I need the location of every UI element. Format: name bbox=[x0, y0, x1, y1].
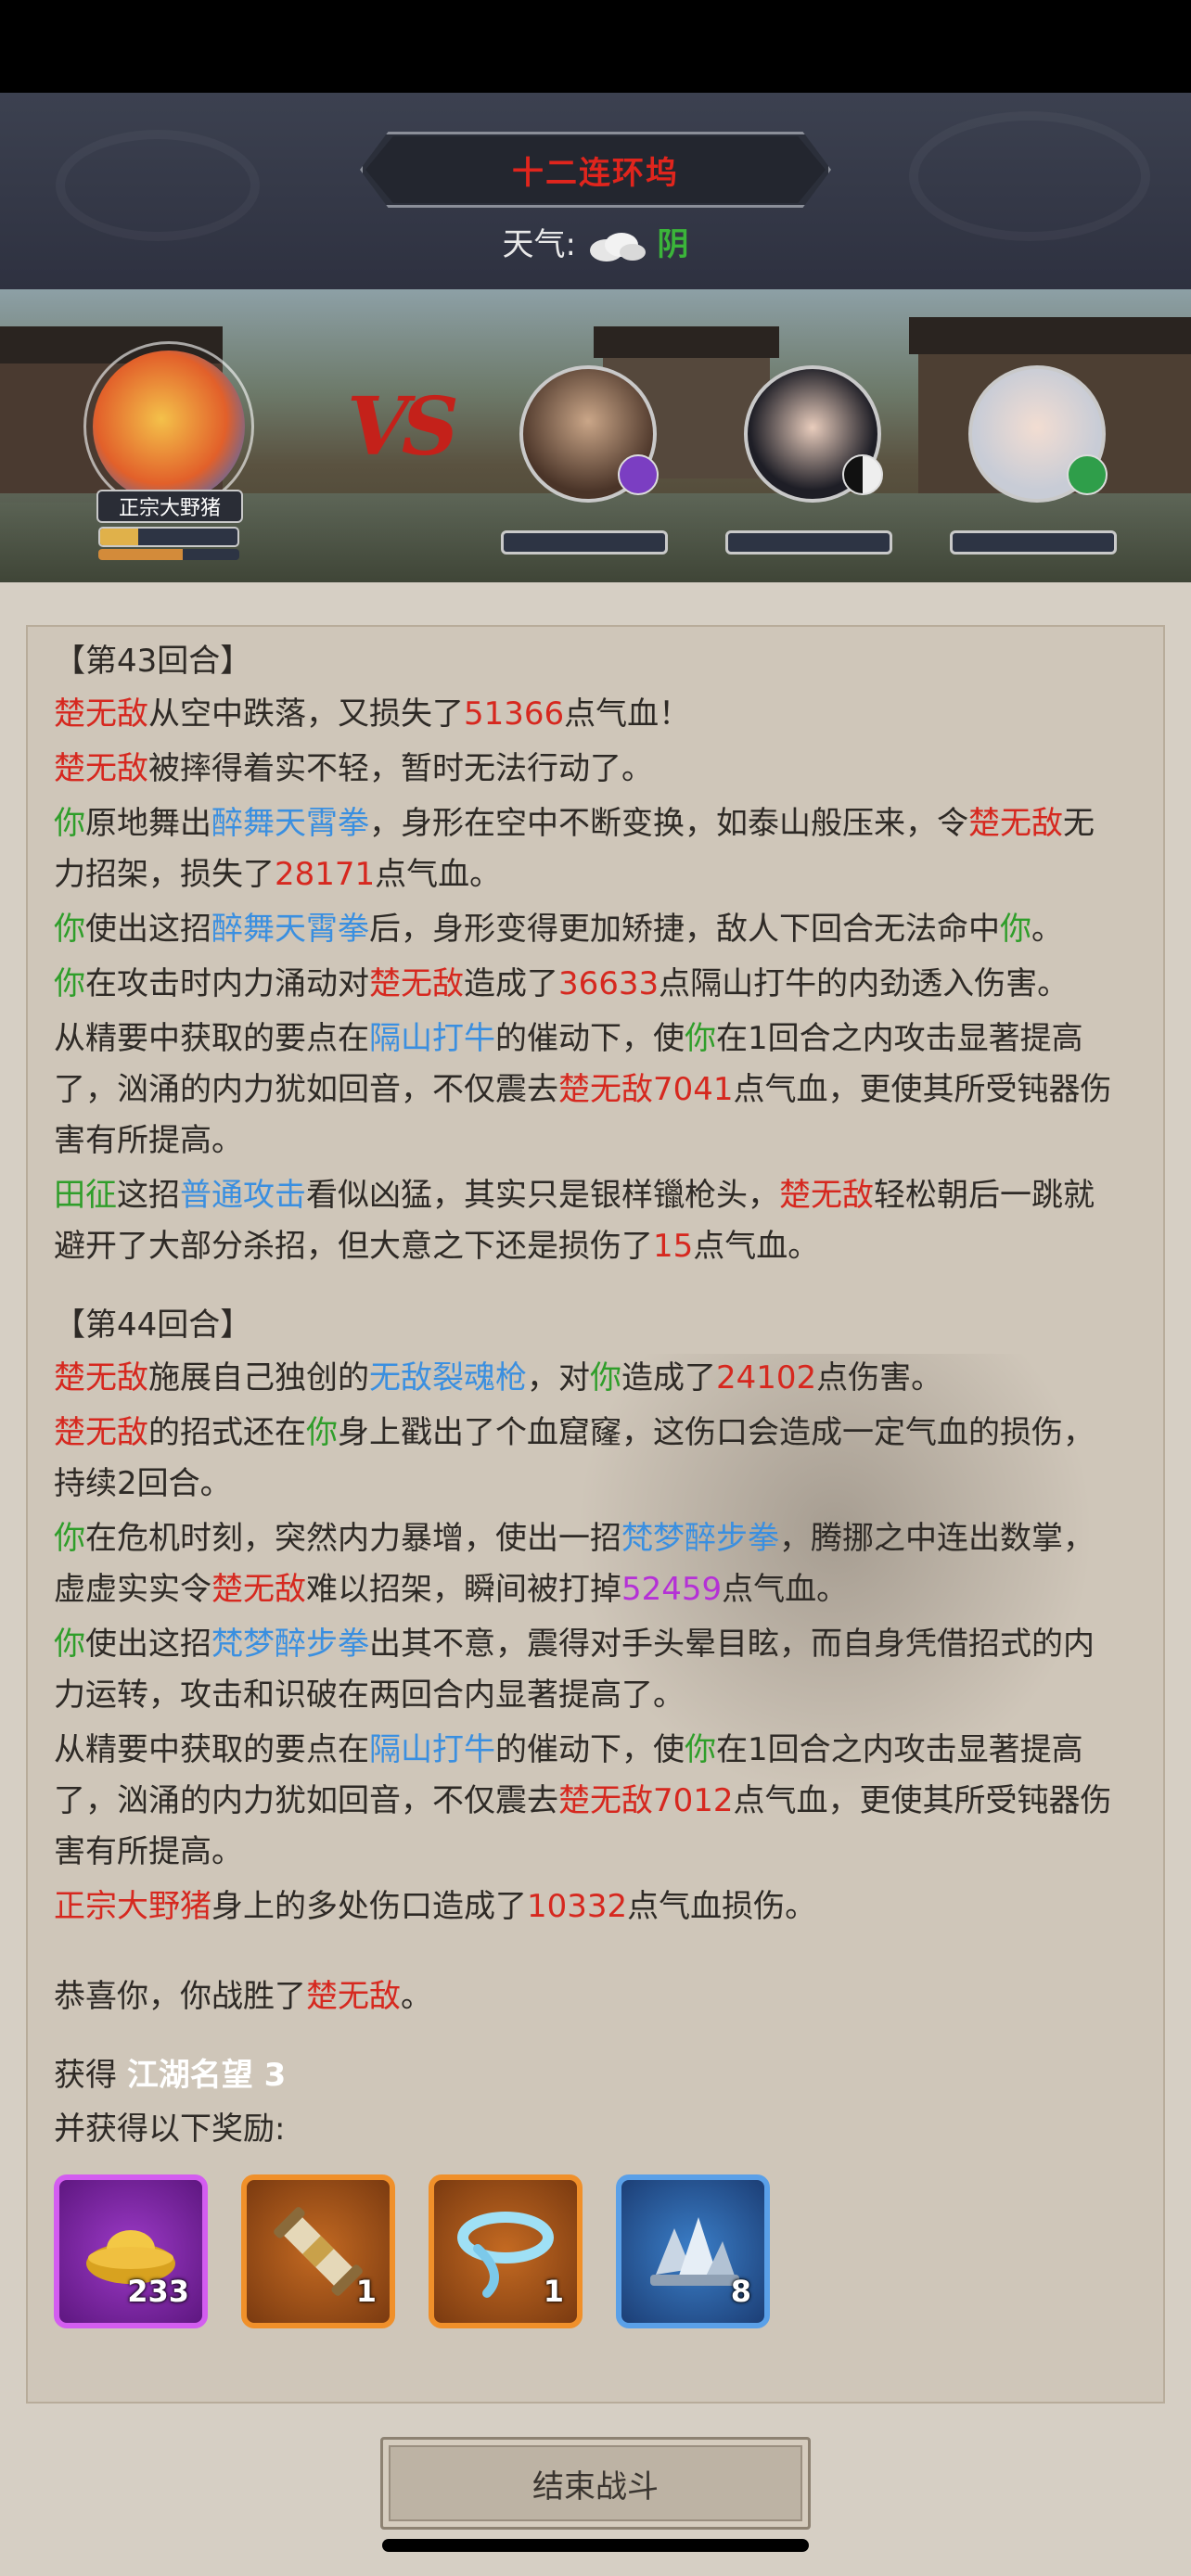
end-battle-button[interactable]: 结束战斗 bbox=[380, 2437, 811, 2530]
enemy-card[interactable] bbox=[725, 365, 902, 560]
log-entry: 楚无敌被摔得着实不轻，暂时无法行动了。 bbox=[54, 750, 653, 787]
player-card[interactable]: 正宗大野猪 bbox=[74, 330, 278, 571]
enemy-hp-bar bbox=[950, 530, 1117, 555]
log-entry: 你使出这招梵梦醉步拳出其不意，震得对手头晕目眩，而自身凭借招式的内力运转，攻击和… bbox=[54, 1626, 1095, 1714]
rewards-label: 并获得以下奖励: bbox=[54, 2111, 286, 2148]
vs-emblem: VS bbox=[347, 380, 459, 474]
player-hp-bar bbox=[98, 527, 239, 547]
reward-item[interactable]: 1 bbox=[429, 2174, 583, 2328]
log-entry: 从精要中获取的要点在隔山打牛的催动下，使你在1回合之内攻击显著提高了，汹涌的内力… bbox=[54, 1020, 1112, 1159]
enemy-card[interactable] bbox=[950, 365, 1126, 560]
log-entry: 你在攻击时内力涌动对楚无敌造成了36633点隔山打牛的内劲透入伤害。 bbox=[54, 965, 1069, 1002]
reward-items: 233 1 1 8 bbox=[54, 2174, 1121, 2328]
log-entry: 你在危机时刻，突然内力暴增，使出一招梵梦醉步拳，腾挪之中连出数掌，虚虚实实令楚无… bbox=[54, 1520, 1095, 1608]
green-arrow-badge bbox=[1067, 454, 1108, 495]
location-name: 十二连环坞 bbox=[512, 154, 679, 192]
status-bar-area bbox=[0, 0, 1191, 93]
log-entry: 正宗大野猪身上的多处伤口造成了10332点气血损伤。 bbox=[54, 1888, 817, 1925]
player-mp-fill bbox=[98, 549, 184, 560]
home-indicator[interactable] bbox=[382, 2539, 809, 2552]
log-entry: 你原地舞出醉舞天霄拳，身形在空中不断变换，如泰山般压来，令楚无敌无力招架，损失了… bbox=[54, 805, 1095, 893]
reward-item[interactable]: 8 bbox=[616, 2174, 770, 2328]
log-entry: 楚无敌从空中跌落，又损失了51366点气血！ bbox=[54, 695, 691, 733]
log-entry: 田征这招普通攻击看似凶猛，其实只是银样镴枪头，楚无敌轻松朝后一跳就避开了大部分杀… bbox=[54, 1177, 1095, 1265]
cloud-icon bbox=[589, 232, 646, 261]
enemy-card[interactable] bbox=[501, 365, 677, 560]
weather-row: 天气: 阴 bbox=[0, 219, 1191, 264]
player-name-plate: 正宗大野猪 bbox=[96, 490, 243, 523]
yin-yang-badge bbox=[842, 454, 883, 495]
location-plate: 十二连环坞 bbox=[365, 136, 826, 203]
player-name: 正宗大野猪 bbox=[118, 497, 221, 520]
player-hp-fill bbox=[100, 529, 139, 545]
victory-message: 恭喜你，你战胜了楚无敌。 bbox=[54, 1978, 432, 2015]
enemy-hp-bar bbox=[501, 530, 668, 555]
log-entry: 从精要中获取的要点在隔山打牛的催动下，使你在1回合之内攻击显著提高了，汹涌的内力… bbox=[54, 1731, 1112, 1870]
reputation-reward: 获得 江湖名望 3 bbox=[54, 2057, 287, 2094]
round-header: 【第44回合】 bbox=[54, 1307, 252, 1344]
purple-star-badge bbox=[618, 454, 659, 495]
enemy-hp-bar bbox=[725, 530, 892, 555]
round-header: 【第43回合】 bbox=[54, 643, 252, 680]
reward-item[interactable]: 1 bbox=[241, 2174, 395, 2328]
reward-item[interactable]: 233 bbox=[54, 2174, 208, 2328]
player-avatar bbox=[93, 351, 245, 503]
log-entry: 楚无敌施展自己独创的无敌裂魂枪，对你造成了24102点伤害。 bbox=[54, 1359, 943, 1396]
log-entry: 楚无敌的招式还在你身上戳出了个血窟窿，这伤口会造成一定气血的损伤，持续2回合。 bbox=[54, 1414, 1095, 1502]
player-mp-bar bbox=[98, 549, 239, 560]
weather-value: 阴 bbox=[657, 226, 689, 263]
battle-log: 【第43回合】 楚无敌从空中跌落，又损失了51366点气血！ 楚无敌被摔得着实不… bbox=[54, 634, 1121, 2328]
log-entry: 你使出这招醉舞天霄拳后，身形变得更加矫捷，敌人下回合无法命中你。 bbox=[54, 911, 1063, 948]
weather-label: 天气: bbox=[502, 226, 576, 263]
